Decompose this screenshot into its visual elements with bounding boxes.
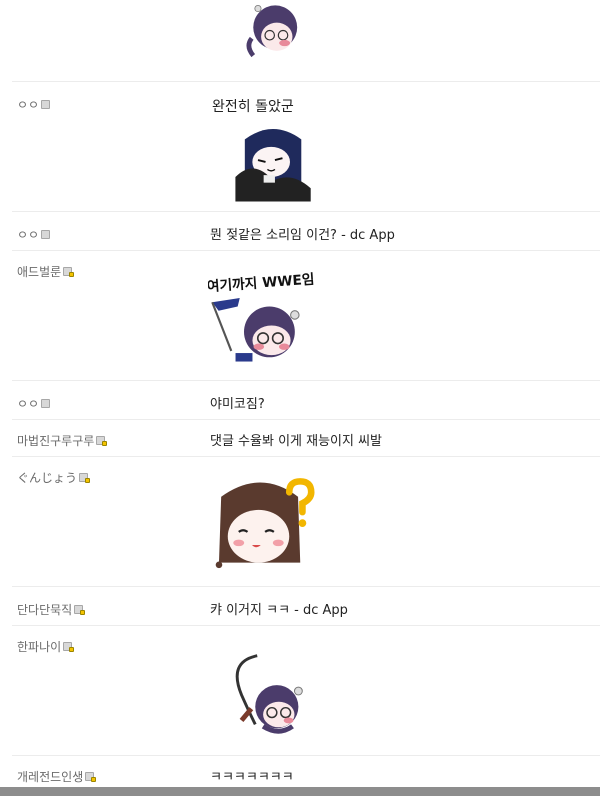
comment-row: 애드벌룬 여기까지 WWE임 [12,251,600,381]
comment-nickname[interactable]: 개레전드인생 [17,768,97,785]
comment-nickname[interactable]: 한파나이 [17,638,75,655]
comment-row: ぐんじょう [12,457,600,587]
svg-text:여기까지 WWE임: 여기까지 WWE임 [208,271,315,295]
comment-nickname[interactable]: ㅇㅇ [17,395,51,412]
comment-nickname[interactable]: 마법진구루구루 [17,432,108,449]
comment-text: 야미코짐? [210,397,265,412]
member-badge-icon [41,399,51,408]
navy-hair-eating-sticker [235,129,311,202]
comment-row-partial [12,0,600,82]
comment-row: 한파나이 [12,626,600,756]
comment-nickname[interactable]: ㅇㅇ [17,226,51,243]
comment-nickname[interactable]: ぐんじょう [17,469,91,486]
member-badge-icon [41,230,51,239]
fixed-nick-badge-icon [74,605,86,615]
comment-row: ㅇㅇ 뭔 젖같은 소리임 이건? - dc App [12,212,600,251]
bottom-scroll-bar[interactable] [0,787,600,796]
purple-hair-glasses-sticker [246,0,299,59]
comment-text: 캬 이거지 ㅋㅋ - dc App [210,603,348,618]
comment-text: 댓글 수율봐 이게 재능이지 씨발 [210,434,383,449]
wwe-sticker: 여기까지 WWE임 [208,271,315,362]
comment-nickname[interactable]: 단다단묵직 [17,601,86,618]
comment-row: ㅇㅇ 야미코짐? [12,381,600,420]
comment-row: ㅇㅇ 완전히 돌았군 [12,82,600,212]
fixed-nick-badge-icon [63,642,75,652]
whip-sticker [235,654,303,734]
comment-row: 단다단묵직 캬 이거지 ㅋㅋ - dc App [12,587,600,626]
comment-text: 뭔 젖같은 소리임 이건? - dc App [210,228,395,243]
comment-nickname[interactable]: 애드벌룬 [17,263,75,280]
fixed-nick-badge-icon [79,473,91,483]
comment-row: 마법진구루구루 댓글 수율봐 이게 재능이지 씨발 [12,420,600,457]
comment-nickname[interactable]: ㅇㅇ [17,96,51,113]
fixed-nick-badge-icon [96,436,108,446]
fixed-nick-badge-icon [63,267,75,277]
comment-text: 완전히 돌았군 [212,99,294,115]
question-mark-girl-sticker [215,478,315,569]
member-badge-icon [41,100,51,109]
fixed-nick-badge-icon [85,772,97,782]
comment-text: ㅋㅋㅋㅋㅋㅋㅋ [210,770,294,785]
